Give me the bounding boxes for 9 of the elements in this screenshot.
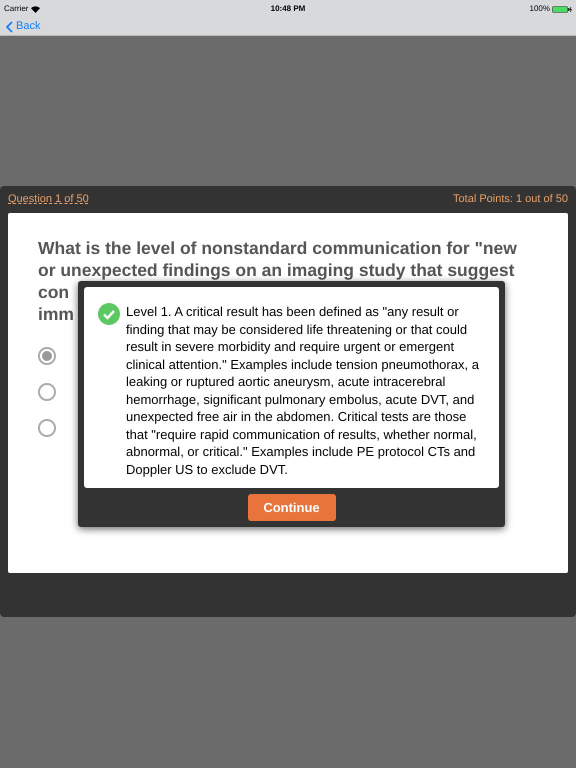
clock: 10:48 PM [270,3,306,15]
battery-percent: 100% [530,3,550,15]
question-text: or unexpected findings on an imaging study that suggest [38,259,514,281]
feedback-text: Level 1. A critical result has been defined as "any result or finding that may be considered life threatening or that could result in severe morbidity and require urgent or emergent clinical attention." Examples include tension pneumothorax, a leaking or ruptured aortic aneurysm, acute intracerebral hemorrhage, significant pulmonary embolus, acute DVT, and unexpected free air in the abdomen. Critical tests are those that "require rapid communication of results, whether normal, abnormal, or critical." Examples include PE protocol CTs and Doppler US to exclude DVT. [126,303,480,478]
total-points: Total Points: 1 out of 50 [453,192,568,208]
carrier-label: Carrier [4,3,28,15]
question-text: imm [38,303,74,325]
question-text: What is the level of nonstandard communication for "new [38,237,517,259]
question-text: con [38,281,70,303]
